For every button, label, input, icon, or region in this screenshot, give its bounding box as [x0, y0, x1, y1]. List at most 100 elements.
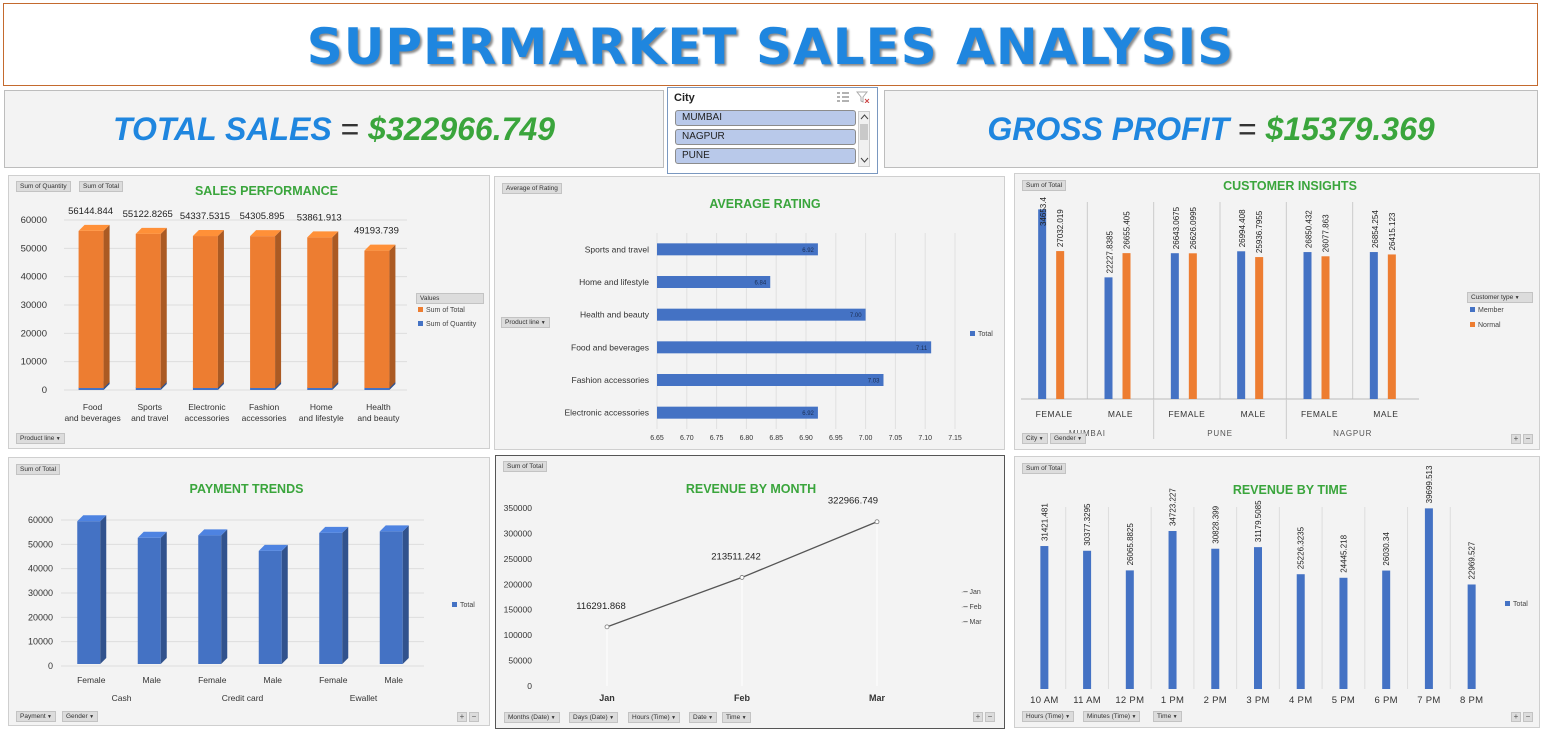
- payment-method-label: Credit card: [222, 693, 264, 703]
- sales-category-label: accessories: [184, 413, 229, 423]
- sales-total-bar-side: [103, 224, 110, 388]
- customer-normal-label: 26077.863: [1322, 214, 1331, 252]
- time-x-label: 1 PM: [1161, 695, 1184, 706]
- month-x-label: Mar: [869, 693, 886, 703]
- time-field-button[interactable]: Time: [722, 712, 751, 723]
- time-bar: [1125, 570, 1134, 689]
- expand-field-button[interactable]: +: [1511, 434, 1521, 444]
- customer-normal-bar: [1122, 253, 1131, 399]
- customer-normal-label: 27032.019: [1056, 209, 1065, 247]
- customer-normal-bar: [1321, 256, 1330, 399]
- legend-item-member: Member: [1470, 307, 1504, 314]
- customer-gender-label: FEMALE: [1168, 409, 1205, 419]
- months-field-button[interactable]: Months (Date): [504, 712, 560, 723]
- sales-category-label: Health: [366, 402, 391, 412]
- sales-category-label: and beverages: [64, 413, 120, 423]
- sales-performance-panel: Sum of Quantity Sum of Total SALES PERFO…: [8, 175, 490, 449]
- sales-data-label: 54337.5315: [180, 211, 230, 222]
- time-time-field-button[interactable]: Time: [1153, 711, 1182, 722]
- slicer-item-nagpur[interactable]: NAGPUR: [675, 129, 856, 145]
- time-bar: [1040, 546, 1049, 689]
- sales-total-bar: [364, 250, 390, 388]
- rating-bar: [657, 374, 884, 386]
- payment-legend-swatch: [452, 602, 457, 607]
- product-line-field-button[interactable]: Product line: [16, 433, 65, 444]
- payment-y-tick-label: 60000: [28, 515, 53, 525]
- gender-field-button[interactable]: Gender: [1050, 433, 1087, 444]
- rating-legend-item: Total: [970, 331, 993, 338]
- total-sales-card: TOTAL SALES = $322966.749: [4, 90, 664, 168]
- month-data-label: 322966.749: [828, 496, 878, 507]
- collapse-field-button[interactable]: −: [1523, 434, 1533, 444]
- customer-normal-label: 26415.123: [1388, 212, 1397, 250]
- slicer-title: City: [674, 92, 695, 104]
- gross-profit-value: $15379.369: [1265, 111, 1435, 147]
- customer-normal-label: 25936.7955: [1255, 210, 1264, 253]
- sales-total-bar: [135, 233, 161, 388]
- sales-data-label: 55122.8265: [123, 209, 173, 220]
- rating-data-label: 6.84: [755, 281, 767, 287]
- city-slicer[interactable]: City MUMBAI NAGPUR PUNE: [667, 87, 878, 174]
- payment-gender-field-button[interactable]: Gender: [62, 711, 99, 722]
- customer-member-label: 22227.8385: [1106, 231, 1115, 274]
- time-data-label: 30377.3295: [1083, 503, 1092, 546]
- slicer-item-mumbai[interactable]: MUMBAI: [675, 110, 856, 126]
- time-minutes-field-button[interactable]: Minutes (Time): [1083, 711, 1141, 722]
- legend-marker-feb: ·━: [961, 604, 970, 611]
- scroll-up-icon[interactable]: [860, 113, 869, 121]
- month-data-label: 213511.242: [711, 551, 761, 562]
- month-y-tick-label: 350000: [504, 503, 533, 513]
- customer-member-label: 34653.4: [1039, 197, 1048, 226]
- city-field-button[interactable]: City: [1022, 433, 1048, 444]
- sales-category-label: accessories: [242, 413, 287, 423]
- time-bar: [1296, 574, 1305, 689]
- days-field-button[interactable]: Days (Date): [569, 712, 619, 723]
- sales-total-bar: [78, 230, 104, 388]
- rating-x-tick-label: 7.15: [948, 435, 962, 442]
- payment-collapse-button[interactable]: −: [469, 712, 479, 722]
- legend-label-jan: Jan: [969, 589, 981, 596]
- sales-data-label: 49193.739: [354, 226, 399, 237]
- date-field-button[interactable]: Date: [689, 712, 718, 723]
- revenue-month-panel: Sum of Total REVENUE BY MONTH 0 50000 1000…: [495, 455, 1005, 729]
- time-hours-field-button[interactable]: Hours (Time): [1022, 711, 1075, 722]
- payment-y-tick-label: 40000: [28, 564, 53, 574]
- customer-type-field-button[interactable]: Customer type: [1467, 292, 1533, 303]
- month-expand-button[interactable]: +: [973, 712, 983, 722]
- sales-category-label: and travel: [131, 413, 168, 423]
- sales-category-label: Electronic: [188, 402, 226, 412]
- clear-filter-icon[interactable]: [856, 91, 870, 103]
- customer-insights-chart: 34653.4 27032.019 FEMALE 22227.8385 26655.40…: [1021, 197, 1419, 439]
- month-point: [739, 575, 745, 580]
- scroll-down-icon[interactable]: [860, 156, 869, 164]
- hours-field-button[interactable]: Hours (Time): [628, 712, 681, 723]
- customer-member-label: 26994.408: [1238, 209, 1247, 247]
- sales-data-label: 53861.913: [297, 212, 342, 223]
- multi-select-icon[interactable]: [836, 91, 850, 103]
- customer-member-label: 26854.254: [1371, 210, 1380, 248]
- slicer-scroll-thumb[interactable]: [860, 124, 868, 140]
- time-data-label: 34723.227: [1169, 488, 1178, 526]
- slicer-scrollbar[interactable]: [858, 111, 870, 167]
- slicer-item-pune[interactable]: PUNE: [675, 148, 856, 164]
- time-expand-button[interactable]: +: [1511, 712, 1521, 722]
- month-y-tick-label: 0: [527, 681, 532, 691]
- month-y-tick-label: 150000: [504, 605, 533, 615]
- payment-bar-side: [221, 529, 228, 664]
- payment-field-button[interactable]: Payment: [16, 711, 56, 722]
- rating-data-label: 6.92: [802, 248, 814, 254]
- month-collapse-button[interactable]: −: [985, 712, 995, 722]
- gross-profit-label: GROSS PROFIT: [987, 111, 1230, 147]
- payment-y-tick-label: 50000: [28, 539, 53, 549]
- customer-city-label: PUNE: [1207, 429, 1232, 438]
- time-x-label: 6 PM: [1374, 695, 1397, 706]
- time-bar: [1083, 550, 1092, 689]
- payment-bar-side: [160, 531, 167, 664]
- sales-category-label: Sports: [137, 402, 162, 412]
- payment-bar-side: [100, 515, 107, 664]
- total-sales-equals: =: [340, 111, 360, 147]
- time-collapse-button[interactable]: −: [1523, 712, 1533, 722]
- payment-expand-button[interactable]: +: [457, 712, 467, 722]
- time-data-label: 25226.3235: [1297, 526, 1306, 569]
- time-x-label: 8 PM: [1460, 695, 1483, 706]
